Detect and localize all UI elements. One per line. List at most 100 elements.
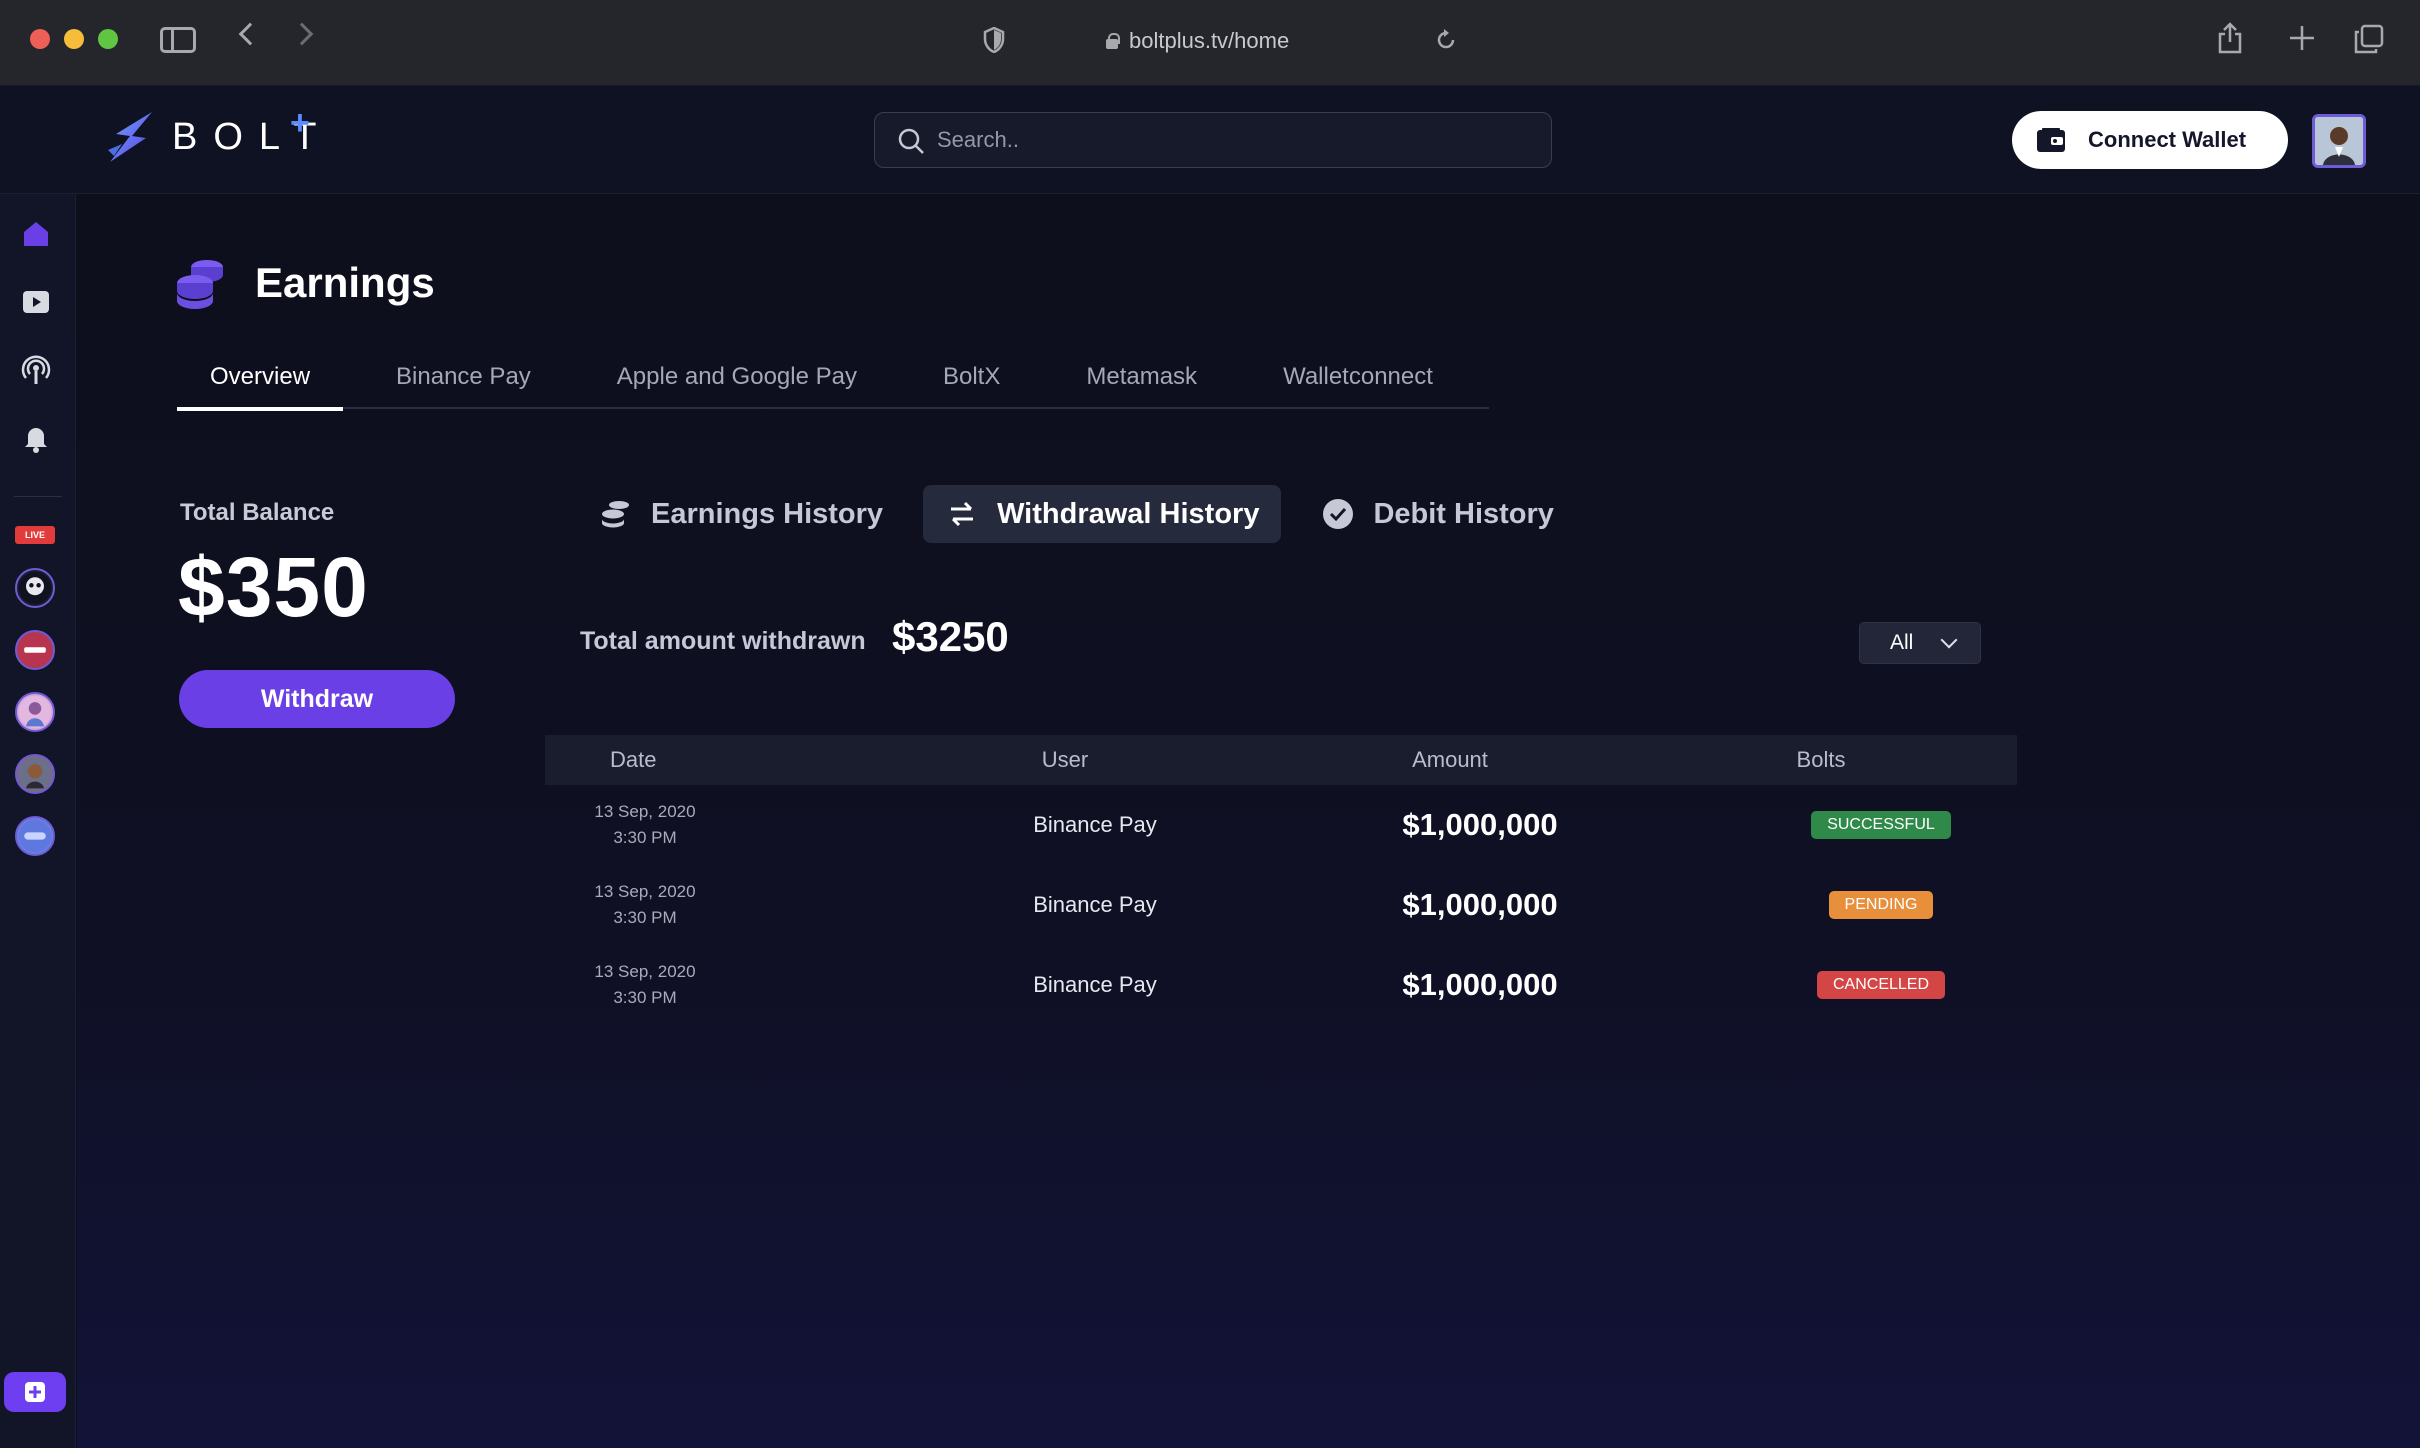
total-withdrawn-value: $3250 [892, 613, 1009, 660]
tab-debit-history[interactable]: Debit History [1299, 485, 1575, 543]
podcast-icon[interactable] [20, 354, 52, 386]
logo-plus: + [290, 104, 310, 142]
tab-walletconnect[interactable]: Walletconnect [1250, 355, 1466, 409]
bell-icon[interactable] [20, 422, 52, 454]
total-balance-label: Total Balance [180, 499, 335, 526]
tab-withdrawal-history[interactable]: Withdrawal History [923, 485, 1282, 543]
tab-metamask[interactable]: Metamask [1053, 355, 1230, 409]
row-date-time: 3:30 PM [613, 908, 677, 927]
row-status: CANCELLED [1625, 971, 2017, 999]
add-channel-button[interactable] [4, 1372, 66, 1412]
browser-chrome: boltplus.tv/home [0, 0, 2420, 86]
row-user: Binance Pay [1033, 812, 1157, 837]
lock-icon [1105, 33, 1120, 49]
row-date: 13 Sep, 2020 3:30 PM [545, 959, 855, 1011]
row-date-day: 13 Sep, 2020 [594, 962, 696, 981]
window-zoom-button[interactable] [98, 29, 118, 49]
bolt-logo[interactable]: BOLT + [104, 104, 332, 164]
channel-avatar-2[interactable] [15, 630, 55, 670]
page-header: Earnings [173, 255, 435, 311]
tab-earnings-history[interactable]: Earnings History [577, 485, 905, 543]
check-badge-icon [1323, 499, 1354, 529]
search-bar[interactable] [874, 112, 1552, 168]
reload-icon[interactable] [1434, 28, 1458, 52]
search-icon [898, 128, 924, 154]
user-avatar[interactable] [2312, 114, 2366, 168]
status-badge: CANCELLED [1816, 971, 1946, 999]
swap-arrows-icon [951, 501, 974, 527]
live-badge: LIVE [15, 526, 55, 544]
row-date: 13 Sep, 2020 3:30 PM [545, 799, 855, 851]
channel-avatar-4[interactable] [15, 754, 55, 794]
row-date: 13 Sep, 2020 3:30 PM [545, 879, 855, 931]
row-date-day: 13 Sep, 2020 [594, 882, 696, 901]
channel-avatar-5[interactable] [15, 816, 55, 856]
status-filter-dropdown[interactable]: All [1859, 622, 1981, 664]
user-avatar-image [2315, 117, 2363, 165]
new-tab-icon[interactable] [2288, 24, 2316, 52]
withdraw-button[interactable]: Withdraw [179, 670, 455, 728]
status-badge: SUCCESSFUL [1811, 811, 1951, 839]
earnings-history-label: Earnings History [651, 497, 884, 530]
table-header: Date User Amount Bolts [545, 735, 2017, 785]
window-minimize-button[interactable] [64, 29, 84, 49]
window-close-button[interactable] [30, 29, 50, 49]
withdrawal-table: Date User Amount Bolts 13 Sep, 2020 3:30… [545, 735, 2017, 1025]
tab-apple-google-pay[interactable]: Apple and Google Pay [584, 355, 890, 409]
column-header-bolts: Bolts [1796, 747, 1846, 772]
connect-wallet-label: Connect Wallet [2088, 127, 2247, 152]
column-header-date: Date [610, 747, 657, 772]
app-header: BOLT + Connect Wallet [0, 86, 2420, 194]
search-input[interactable] [937, 127, 1497, 153]
row-user: Binance Pay [1033, 972, 1157, 997]
share-icon[interactable] [2216, 22, 2244, 54]
debit-history-label: Debit History [1373, 497, 1554, 530]
rail-divider [14, 496, 62, 497]
status-badge: PENDING [1828, 891, 1934, 919]
total-balance-value: $350 [178, 540, 369, 634]
channel-avatar-3[interactable] [15, 692, 55, 732]
address-bar[interactable]: boltplus.tv/home [1105, 24, 1289, 58]
row-status: PENDING [1625, 891, 2017, 919]
row-date-day: 13 Sep, 2020 [594, 802, 696, 821]
plus-square-icon [25, 1382, 45, 1402]
connect-wallet-button[interactable]: Connect Wallet [2012, 111, 2288, 169]
row-user: Binance Pay [1033, 892, 1157, 917]
forward-arrow-icon[interactable] [290, 22, 314, 46]
row-amount: $1,000,000 [1402, 807, 1558, 842]
tab-overview[interactable]: Overview [177, 355, 344, 411]
url-text: boltplus.tv/home [1129, 28, 1290, 53]
chevron-down-icon [1940, 631, 1958, 649]
left-nav-rail: LIVE [0, 194, 76, 1448]
withdrawal-history-label: Withdrawal History [997, 497, 1260, 530]
row-status: SUCCESSFUL [1625, 811, 2017, 839]
total-withdrawn-label: Total amount withdrawn [580, 627, 866, 655]
video-play-icon[interactable] [20, 286, 52, 318]
bolt-logo-icon [108, 112, 152, 162]
back-arrow-icon[interactable] [238, 22, 262, 46]
table-row[interactable]: 13 Sep, 2020 3:30 PM Binance Pay $1,000,… [545, 865, 2017, 945]
wallet-icon [2037, 128, 2065, 152]
row-amount: $1,000,000 [1402, 967, 1558, 1002]
column-header-amount: Amount [1412, 747, 1488, 772]
tab-binance-pay[interactable]: Binance Pay [363, 355, 564, 409]
channel-avatar-1[interactable] [15, 568, 55, 608]
tab-boltx[interactable]: BoltX [910, 355, 1033, 409]
coins-stack-icon [177, 260, 223, 309]
row-amount: $1,000,000 [1402, 887, 1558, 922]
table-row[interactable]: 13 Sep, 2020 3:30 PM Binance Pay $1,000,… [545, 785, 2017, 865]
sidebar-toggle-icon[interactable] [160, 27, 196, 53]
table-row[interactable]: 13 Sep, 2020 3:30 PM Binance Pay $1,000,… [545, 945, 2017, 1025]
coins-icon [602, 501, 629, 528]
status-filter-value: All [1890, 631, 1914, 654]
home-icon[interactable] [20, 218, 52, 250]
column-header-user: User [1041, 747, 1089, 772]
history-tabs: Earnings History Withdrawal History Debi… [577, 485, 1594, 545]
tab-overview-icon[interactable] [2354, 24, 2384, 54]
page-title: Earnings [255, 259, 435, 306]
row-date-time: 3:30 PM [613, 988, 677, 1007]
main-content: Earnings Overview Binance Pay Apple and … [77, 195, 2420, 1448]
payment-tabs: Overview Binance Pay Apple and Google Pa… [177, 355, 1489, 411]
row-date-time: 3:30 PM [613, 828, 677, 847]
privacy-shield-icon[interactable] [983, 27, 1005, 53]
